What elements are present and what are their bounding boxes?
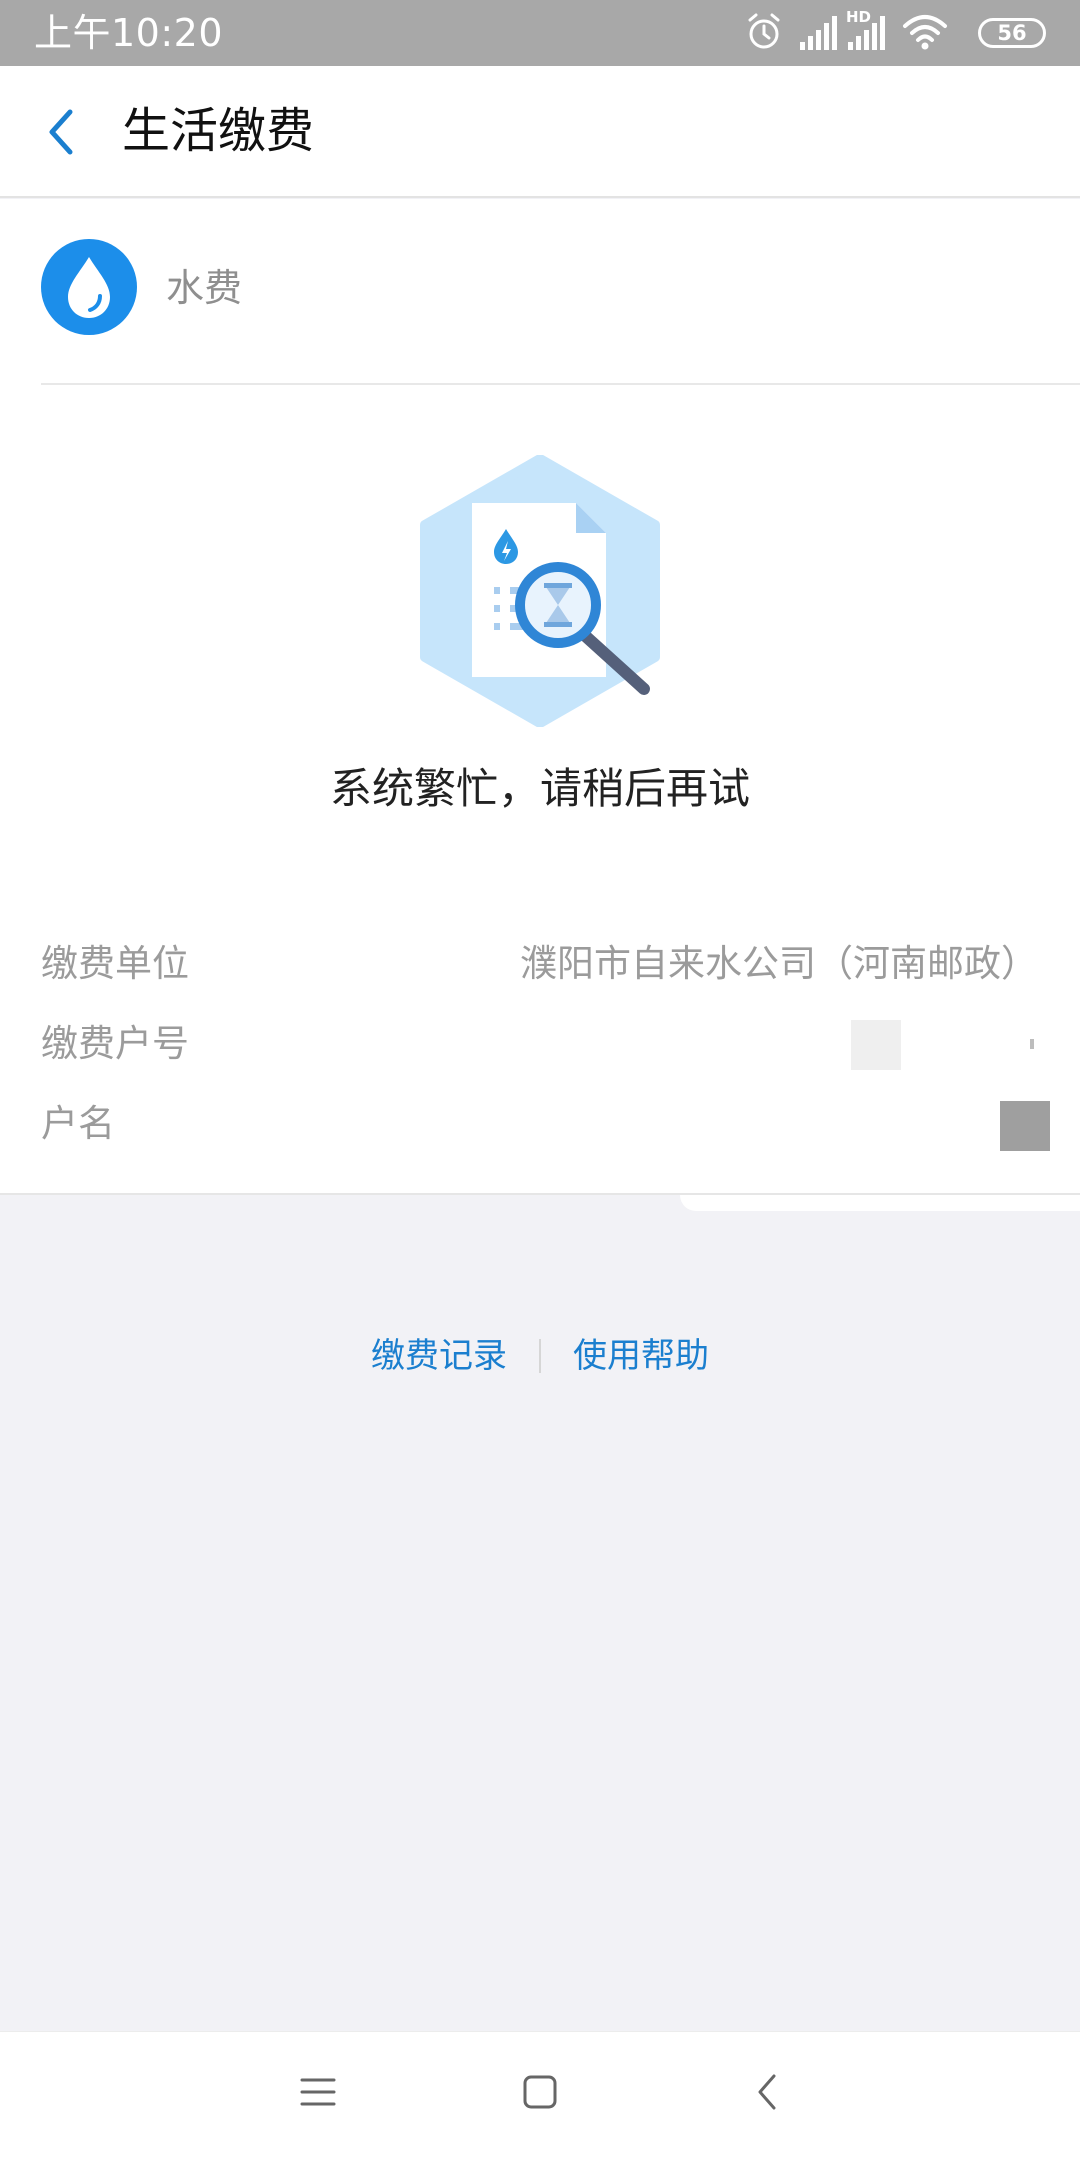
status-time: 上午10:20 bbox=[34, 11, 224, 55]
info-row-account: 缴费户号 bbox=[0, 1009, 1080, 1079]
wifi-icon bbox=[903, 15, 947, 50]
redacted-account-name bbox=[1000, 1101, 1050, 1151]
app-header: 生活缴费 bbox=[0, 66, 1080, 198]
redaction-mark bbox=[1030, 1039, 1034, 1049]
system-nav-bar bbox=[0, 2031, 1080, 2160]
battery-percent: 56 bbox=[997, 21, 1027, 45]
error-message: 系统繁忙，请稍后再试 bbox=[329, 764, 750, 813]
redacted-account-number bbox=[851, 1020, 901, 1070]
payment-records-link[interactable]: 缴费记录 bbox=[371, 1326, 507, 1386]
water-service-avatar bbox=[41, 239, 137, 335]
page-title: 生活缴费 bbox=[122, 103, 315, 159]
water-drop-icon bbox=[68, 257, 110, 318]
card-edge bbox=[680, 1195, 1080, 1211]
unit-value: 濮阳市自来水公司（河南邮政） bbox=[520, 942, 1038, 985]
name-label: 户名 bbox=[41, 1102, 115, 1145]
footer-links: 缴费记录 使用帮助 bbox=[0, 1324, 1080, 1384]
status-icons: HD 56 bbox=[746, 8, 1046, 56]
status-bar: 上午10:20 HD 56 bbox=[0, 0, 1080, 66]
help-link[interactable]: 使用帮助 bbox=[573, 1326, 709, 1386]
signal-icon bbox=[800, 16, 837, 50]
alarm-icon bbox=[748, 13, 780, 49]
document-search-hourglass-icon bbox=[420, 455, 660, 727]
bill-card: 水费 系统繁忙，请稍后再试 缴费单位 濮阳市自来水公司（河南邮政） 缴费户号 户… bbox=[0, 199, 1080, 1195]
account-label: 缴费户号 bbox=[41, 1022, 189, 1065]
link-separator bbox=[539, 1338, 541, 1373]
info-row-name: 户名 bbox=[0, 1089, 1080, 1159]
home-icon[interactable] bbox=[520, 2070, 560, 2114]
hd-signal: HD bbox=[846, 8, 890, 56]
battery-icon: 56 bbox=[978, 18, 1046, 48]
chevron-left-icon[interactable] bbox=[40, 106, 80, 158]
back-icon[interactable] bbox=[748, 2070, 788, 2114]
unit-label: 缴费单位 bbox=[41, 942, 189, 985]
info-row-unit: 缴费单位 濮阳市自来水公司（河南邮政） bbox=[0, 929, 1080, 999]
hd-signal-icon bbox=[848, 16, 885, 50]
divider bbox=[41, 383, 1080, 385]
menu-icon[interactable] bbox=[298, 2070, 338, 2114]
service-name: 水费 bbox=[166, 266, 243, 310]
